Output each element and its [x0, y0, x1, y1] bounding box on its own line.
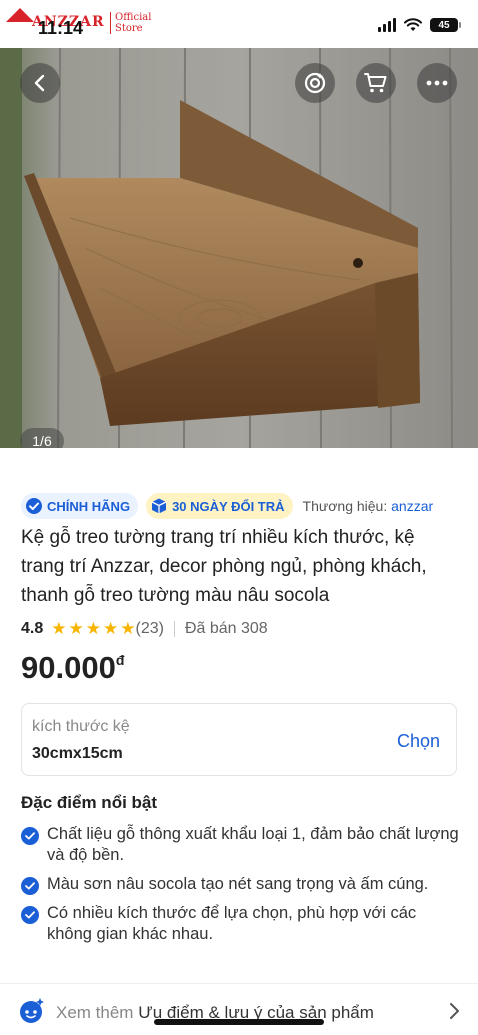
- brand-prefix: Thương hiệu:: [302, 498, 388, 514]
- authentic-badge-label: CHÍNH HÃNG: [47, 498, 131, 514]
- highlight-text: Có nhiều kích thước để lựa chọn, phù hợp…: [47, 904, 417, 943]
- brand-logo-sub-2: Store: [115, 23, 143, 34]
- divider: [173, 621, 175, 637]
- rating-score: 4.8: [21, 620, 44, 637]
- check-icon: [21, 877, 39, 895]
- back-button[interactable]: [20, 63, 60, 103]
- price-value: 90.000: [21, 650, 116, 685]
- ai-lens-button[interactable]: [295, 63, 335, 103]
- logo-roof-icon: [6, 8, 34, 22]
- more-options-button[interactable]: [417, 63, 457, 103]
- rating-row[interactable]: 4.8 ★ ★ ★ ★ ★ (23) Đã bán 308: [21, 619, 268, 639]
- authentic-badge[interactable]: CHÍNH HÃNG: [21, 493, 139, 519]
- home-indicator[interactable]: [154, 1019, 324, 1025]
- variant-selector[interactable]: kích thước kệ 30cmx15cm Chọn: [21, 703, 457, 776]
- star-icon: ★: [120, 619, 136, 638]
- signal-icon: [378, 18, 396, 32]
- badge-row: CHÍNH HÃNG 30 NGÀY ĐỔI TRẢ Thương hiệu: …: [21, 493, 470, 519]
- product-title: Kệ gỗ treo tường trang trí nhiều kích th…: [21, 527, 427, 606]
- status-bar: ANZZAR Official Store 11:14 45: [0, 0, 478, 48]
- highlight-item: Chất liệu gỗ thông xuất khẩu loại 1, đảm…: [21, 824, 461, 866]
- chevron-right-icon: [450, 1003, 459, 1019]
- more-icon: [426, 80, 448, 86]
- variant-choose-button[interactable]: Chọn: [397, 731, 440, 752]
- cart-icon: [364, 73, 387, 93]
- status-time: 11:14: [38, 18, 84, 38]
- image-counter: 1/6: [20, 428, 64, 448]
- brand-link[interactable]: anzzar: [391, 498, 433, 514]
- return-badge[interactable]: 30 NGÀY ĐỔI TRẢ: [146, 493, 293, 519]
- wifi-icon: [404, 18, 422, 31]
- review-count: (23): [135, 620, 164, 637]
- star-icon: ★: [51, 619, 67, 638]
- rating-stars: ★ ★ ★ ★ ★: [51, 619, 135, 639]
- see-more-prefix: Xem thêm: [56, 1003, 134, 1022]
- star-icon: ★: [85, 619, 101, 638]
- back-icon: [34, 74, 45, 92]
- brand-logo-sub-1: Official: [115, 12, 152, 23]
- highlight-item: Màu sơn nâu socola tạo nét sang trọng và…: [21, 874, 461, 895]
- star-icon: ★: [103, 619, 119, 638]
- variant-label: kích thước kệ: [32, 718, 130, 735]
- highlight-text: Màu sơn nâu socola tạo nét sang trọng và…: [47, 875, 429, 893]
- battery-icon: 45: [430, 18, 461, 32]
- ai-assistant-icon: [20, 998, 44, 1023]
- highlight-item: Có nhiều kích thước để lựa chọn, phù hợp…: [21, 903, 461, 945]
- ai-lens-icon: [304, 72, 326, 94]
- verified-icon: [26, 498, 42, 514]
- highlights-title: Đặc điểm nổi bật: [21, 793, 158, 812]
- system-icons: 45: [378, 18, 461, 32]
- product-photo: [0, 48, 478, 448]
- variant-value: 30cmx15cm: [32, 745, 123, 762]
- star-icon: ★: [68, 619, 84, 638]
- product-image-gallery[interactable]: 1/6: [0, 48, 478, 448]
- return-badge-label: 30 NGÀY ĐỔI TRẢ: [172, 498, 285, 514]
- cart-button[interactable]: [356, 63, 396, 103]
- highlight-text: Chất liệu gỗ thông xuất khẩu loại 1, đảm…: [47, 825, 459, 864]
- check-icon: [21, 906, 39, 924]
- see-more-bar[interactable]: Xem thêm Ưu điểm & lưu ý của sản phẩm: [0, 983, 478, 1035]
- check-icon: [21, 827, 39, 845]
- return-box-icon: [151, 498, 167, 514]
- product-price: 90.000đ: [21, 650, 124, 686]
- brand-info: Thương hiệu: anzzar: [303, 498, 434, 514]
- price-currency: đ: [115, 652, 125, 668]
- brand-logo-sub: Official Store: [110, 12, 151, 34]
- highlights-list: Chất liệu gỗ thông xuất khẩu loại 1, đảm…: [21, 824, 461, 953]
- sold-count: Đã bán 308: [184, 620, 268, 637]
